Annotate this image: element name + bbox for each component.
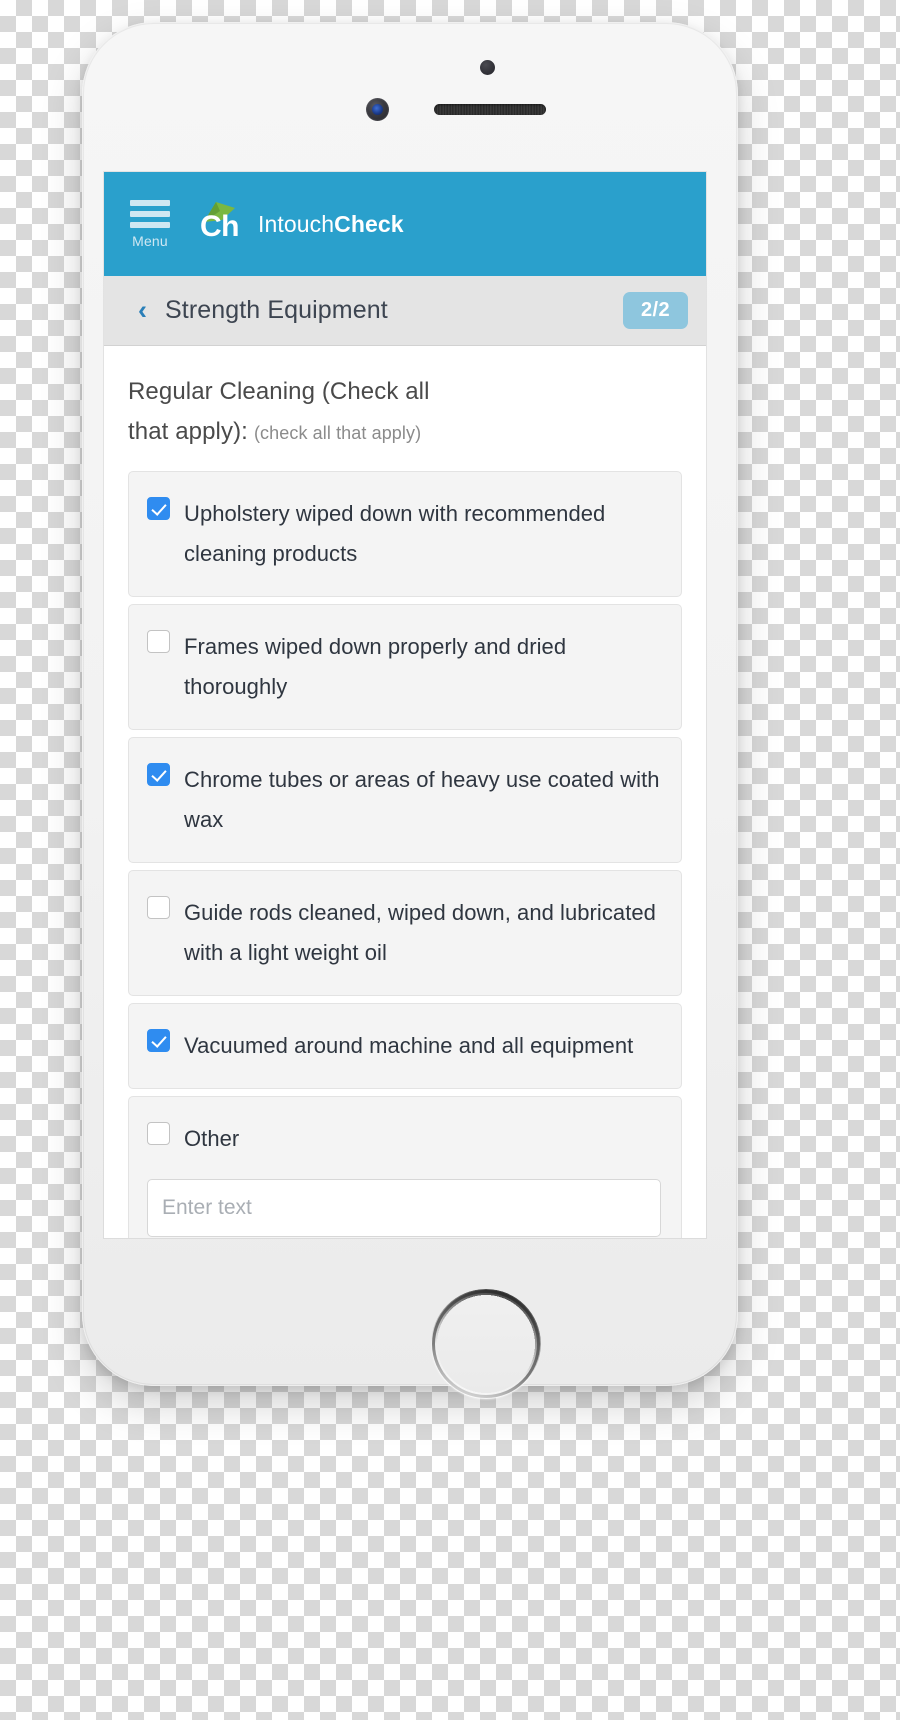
checkbox-checked-icon[interactable] bbox=[147, 762, 170, 786]
checkbox-checked-icon[interactable] bbox=[147, 496, 170, 520]
other-text-input[interactable] bbox=[147, 1178, 661, 1237]
menu-button-label: Menu bbox=[132, 232, 168, 249]
app-header: Menu Ch IntouchCheck bbox=[104, 172, 706, 276]
earpiece-speaker-icon bbox=[434, 104, 546, 115]
question-line-2: that apply): bbox=[128, 418, 248, 446]
brand-logo[interactable]: Ch IntouchCheck bbox=[196, 200, 404, 248]
intouchcheck-logo-icon: Ch bbox=[196, 200, 246, 248]
checkbox-option-item[interactable]: Upholstery wiped down with recommended c… bbox=[128, 470, 682, 597]
checkbox-option-label: Frames wiped down properly and dried tho… bbox=[184, 633, 567, 699]
checkbox-option-item-other[interactable]: Other bbox=[128, 1095, 682, 1238]
question-hint: (check all that apply) bbox=[253, 423, 422, 444]
checkbox-option-item[interactable]: Chrome tubes or areas of heavy use coate… bbox=[128, 736, 682, 863]
checkbox-option-label: Vacuumed around machine and all equipmen… bbox=[184, 1032, 634, 1058]
checkbox-option-label: Chrome tubes or areas of heavy use coate… bbox=[184, 766, 660, 832]
progress-badge: 2/2 bbox=[622, 292, 688, 329]
checkbox-option-item[interactable]: Frames wiped down properly and dried tho… bbox=[128, 603, 682, 730]
section-nav-bar: ‹ Strength Equipment 2/2 bbox=[104, 276, 706, 346]
menu-button[interactable]: Menu bbox=[122, 199, 178, 249]
checkbox-option-item[interactable]: Guide rods cleaned, wiped down, and lubr… bbox=[128, 869, 682, 996]
brand-name: IntouchCheck bbox=[258, 211, 404, 238]
question-line-1: Regular Cleaning (Check all bbox=[128, 378, 430, 405]
home-button[interactable] bbox=[432, 1290, 540, 1398]
checkbox-option-label: Other bbox=[184, 1125, 240, 1151]
hamburger-icon bbox=[130, 199, 170, 228]
question-text: Regular Cleaning (Check all that apply):… bbox=[128, 372, 682, 453]
front-camera-icon bbox=[366, 98, 389, 121]
checkbox-option-label: Guide rods cleaned, wiped down, and lubr… bbox=[184, 899, 656, 965]
phone-screen: Menu Ch IntouchCheck ‹ Strength Equipmen… bbox=[104, 172, 706, 1238]
brand-name-suffix: Check bbox=[334, 210, 404, 237]
page-title: Strength Equipment bbox=[165, 296, 388, 324]
checkbox-unchecked-icon[interactable] bbox=[147, 895, 170, 919]
brand-name-prefix: Intouch bbox=[258, 210, 335, 237]
checkbox-unchecked-icon[interactable] bbox=[147, 629, 170, 653]
checkbox-option-list: Upholstery wiped down with recommended c… bbox=[128, 470, 682, 1238]
checkbox-option-item[interactable]: Vacuumed around machine and all equipmen… bbox=[128, 1002, 682, 1089]
back-chevron-icon[interactable]: ‹ bbox=[138, 297, 147, 324]
checkbox-unchecked-icon[interactable] bbox=[147, 1121, 170, 1145]
logo-ch-text: Ch bbox=[200, 210, 240, 243]
checkbox-checked-icon[interactable] bbox=[147, 1028, 170, 1052]
checkbox-option-label: Upholstery wiped down with recommended c… bbox=[184, 500, 606, 566]
proximity-sensor-icon bbox=[480, 60, 495, 75]
form-content: Regular Cleaning (Check all that apply):… bbox=[104, 346, 706, 1238]
